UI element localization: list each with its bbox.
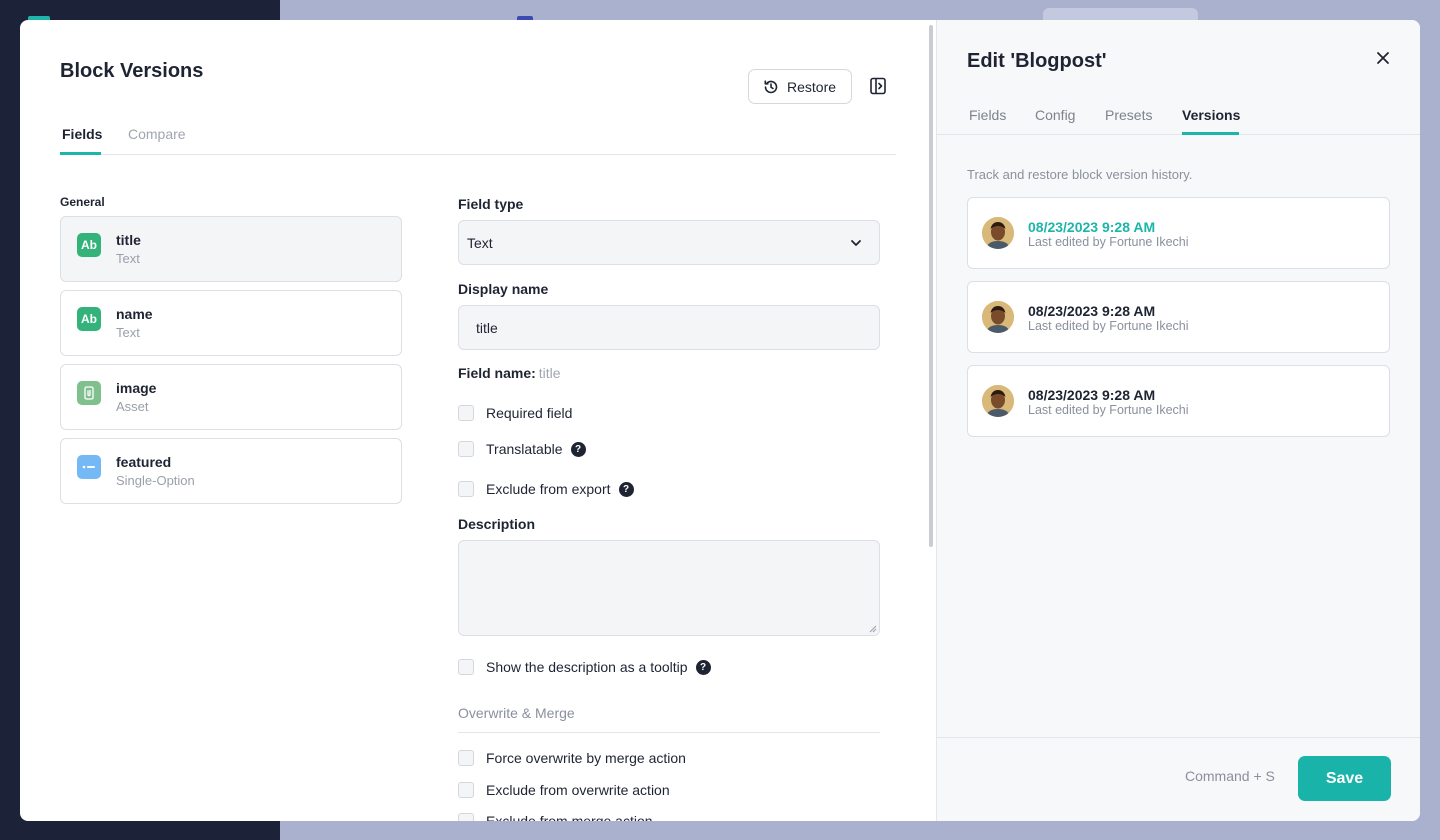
field-card-name: image bbox=[116, 380, 157, 396]
field-card-name: featured bbox=[116, 454, 172, 470]
exclude-merge-checkbox[interactable] bbox=[458, 813, 474, 821]
resize-handle-icon[interactable] bbox=[869, 625, 877, 633]
avatar bbox=[982, 301, 1014, 333]
panel-footer: Command + S Save bbox=[937, 737, 1420, 821]
description-label: Description bbox=[458, 516, 536, 532]
versions-description: Track and restore block version history. bbox=[967, 167, 1193, 182]
help-icon[interactable]: ? bbox=[570, 441, 586, 457]
tab-fields[interactable]: Fields bbox=[62, 126, 102, 142]
force-overwrite-label: Force overwrite by merge action bbox=[486, 750, 686, 766]
field-card-image[interactable]: image Asset bbox=[60, 364, 402, 430]
field-card-type: Asset bbox=[116, 399, 149, 414]
field-card-name: title bbox=[116, 232, 141, 248]
save-button[interactable]: Save bbox=[1298, 756, 1391, 801]
required-label: Required field bbox=[486, 405, 573, 421]
user-avatar-icon bbox=[982, 217, 1014, 249]
panel-title: Edit 'Blogpost' bbox=[967, 50, 1107, 72]
version-item[interactable]: 08/23/2023 9:28 AM Last edited by Fortun… bbox=[967, 365, 1390, 437]
field-name-value: title bbox=[538, 365, 561, 381]
vertical-scrollbar[interactable] bbox=[929, 25, 933, 547]
translatable-label: Translatable bbox=[486, 441, 563, 457]
modal-title: Block Versions bbox=[60, 60, 204, 82]
translatable-option: Translatable ? bbox=[458, 441, 586, 457]
exclude-overwrite-label: Exclude from overwrite action bbox=[486, 782, 670, 798]
tab-versions[interactable]: Versions bbox=[1182, 107, 1240, 123]
field-name-row: Field name: title bbox=[458, 365, 561, 381]
avatar bbox=[982, 217, 1014, 249]
versions-pane: Block Versions Restore Fields Compare Ge… bbox=[20, 20, 936, 821]
display-name-input[interactable]: title bbox=[458, 305, 880, 350]
field-card-name-field[interactable]: Ab name Text bbox=[60, 290, 402, 356]
force-overwrite-option: Force overwrite by merge action bbox=[458, 750, 686, 766]
help-icon[interactable]: ? bbox=[618, 481, 634, 497]
avatar bbox=[982, 385, 1014, 417]
force-overwrite-checkbox[interactable] bbox=[458, 750, 474, 766]
tooltip-checkbox[interactable] bbox=[458, 659, 474, 675]
active-tab-indicator bbox=[60, 152, 101, 155]
close-icon[interactable] bbox=[1375, 50, 1391, 66]
field-name-label: Field name: bbox=[458, 365, 536, 381]
field-card-type: Single-Option bbox=[116, 473, 195, 488]
version-item[interactable]: 08/23/2023 9:28 AM Last edited by Fortun… bbox=[967, 197, 1390, 269]
exclude-merge-option: Exclude from merge action bbox=[458, 813, 653, 821]
single-option-icon bbox=[82, 465, 95, 469]
paperclip-icon bbox=[84, 386, 94, 400]
field-card-name: name bbox=[116, 306, 153, 322]
history-icon bbox=[764, 79, 778, 93]
overwrite-merge-heading: Overwrite & Merge bbox=[458, 705, 880, 733]
panel-tabs: Fields Config Presets Versions bbox=[937, 100, 1420, 135]
active-tab-indicator bbox=[1182, 132, 1239, 135]
field-type-label: Field type bbox=[458, 196, 524, 212]
chevron-down-icon bbox=[851, 239, 861, 246]
tab-fields[interactable]: Fields bbox=[969, 107, 1006, 123]
version-author: Last edited by Fortune Ikechi bbox=[1028, 403, 1189, 417]
field-card-type: Text bbox=[116, 251, 140, 266]
restore-button[interactable]: Restore bbox=[748, 69, 852, 104]
field-card-title[interactable]: Ab title Text bbox=[60, 216, 402, 282]
display-name-label: Display name bbox=[458, 281, 549, 297]
exclude-export-checkbox[interactable] bbox=[458, 481, 474, 497]
version-item[interactable]: 08/23/2023 9:28 AM Last edited by Fortun… bbox=[967, 281, 1390, 353]
versions-tabs: Fields Compare bbox=[60, 120, 896, 155]
edit-block-panel: Edit 'Blogpost' Fields Config Presets Ve… bbox=[936, 20, 1420, 821]
field-type-value: Text bbox=[467, 234, 493, 251]
keyboard-shortcut-hint: Command + S bbox=[1185, 768, 1275, 784]
field-type-select[interactable]: Text bbox=[458, 220, 880, 265]
restore-label: Restore bbox=[787, 78, 837, 95]
option-field-icon bbox=[77, 455, 101, 479]
version-author: Last edited by Fortune Ikechi bbox=[1028, 235, 1189, 249]
version-date: 08/23/2023 9:28 AM bbox=[1028, 387, 1156, 403]
display-name-value: title bbox=[476, 319, 498, 336]
toggle-panel-icon[interactable] bbox=[870, 77, 886, 95]
tab-compare[interactable]: Compare bbox=[128, 126, 186, 142]
version-author: Last edited by Fortune Ikechi bbox=[1028, 319, 1189, 333]
text-field-icon: Ab bbox=[77, 233, 101, 257]
tab-config[interactable]: Config bbox=[1035, 107, 1075, 123]
field-group-label: General bbox=[60, 195, 105, 209]
exclude-overwrite-option: Exclude from overwrite action bbox=[458, 782, 670, 798]
field-card-type: Text bbox=[116, 325, 140, 340]
tooltip-label: Show the description as a tooltip bbox=[486, 659, 688, 675]
exclude-merge-label: Exclude from merge action bbox=[486, 813, 653, 821]
user-avatar-icon bbox=[982, 385, 1014, 417]
exclude-overwrite-checkbox[interactable] bbox=[458, 782, 474, 798]
exclude-export-label: Exclude from export bbox=[486, 481, 611, 497]
required-checkbox[interactable] bbox=[458, 405, 474, 421]
required-field-option: Required field bbox=[458, 405, 572, 421]
version-date: 08/23/2023 9:28 AM bbox=[1028, 219, 1156, 235]
block-versions-modal: Block Versions Restore Fields Compare Ge… bbox=[20, 20, 1420, 821]
help-icon[interactable]: ? bbox=[695, 659, 711, 675]
user-avatar-icon bbox=[982, 301, 1014, 333]
asset-field-icon bbox=[77, 381, 101, 405]
field-card-featured[interactable]: featured Single-Option bbox=[60, 438, 402, 504]
description-textarea[interactable] bbox=[458, 540, 880, 636]
exclude-export-option: Exclude from export ? bbox=[458, 481, 634, 497]
text-field-icon: Ab bbox=[77, 307, 101, 331]
tooltip-option: Show the description as a tooltip ? bbox=[458, 659, 711, 675]
translatable-checkbox[interactable] bbox=[458, 441, 474, 457]
version-date: 08/23/2023 9:28 AM bbox=[1028, 303, 1156, 319]
tab-presets[interactable]: Presets bbox=[1105, 107, 1152, 123]
